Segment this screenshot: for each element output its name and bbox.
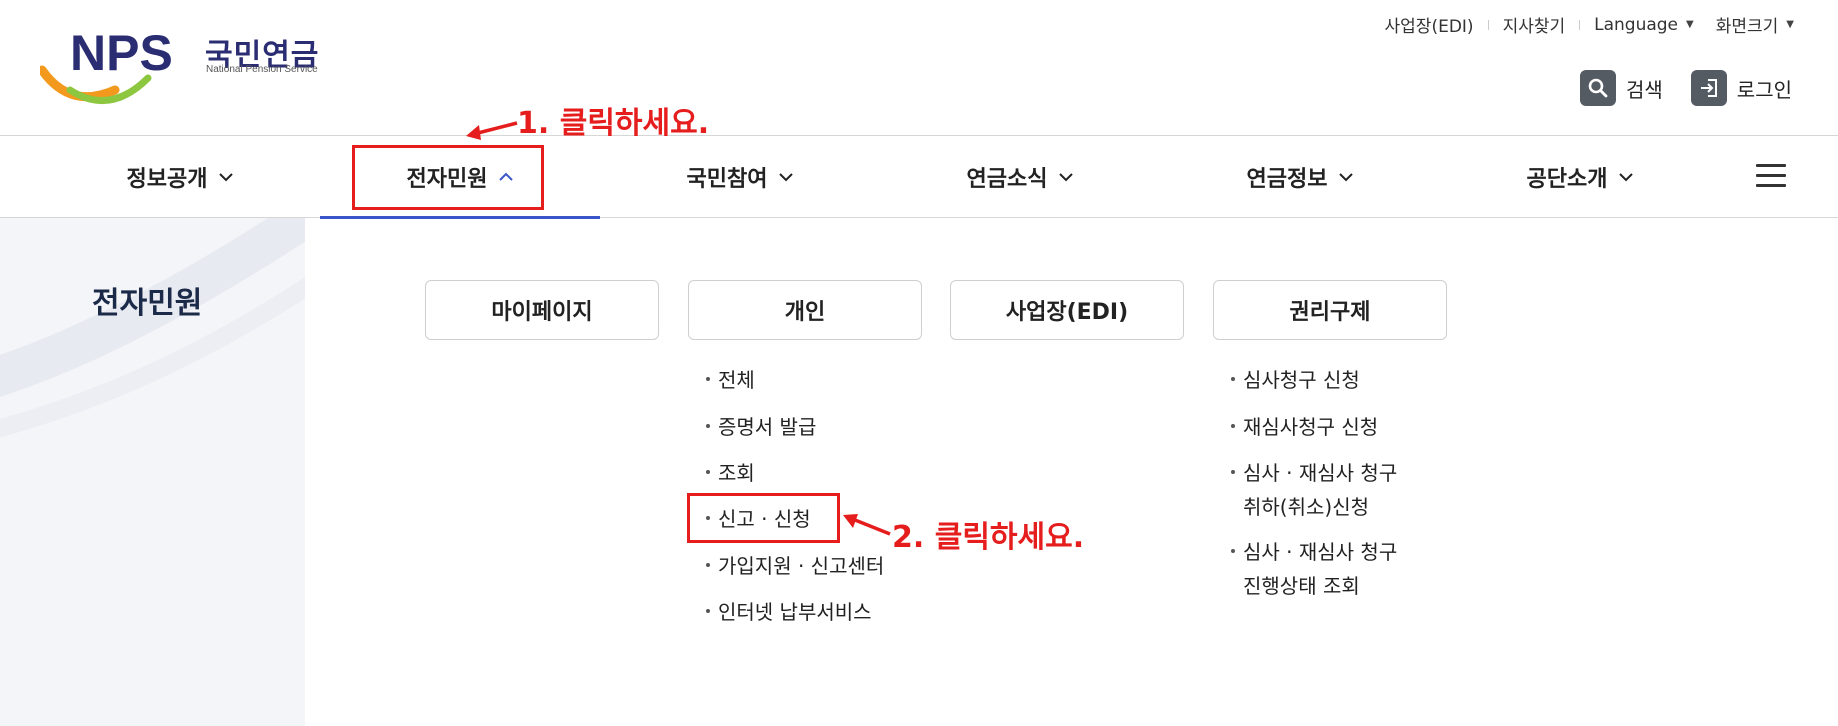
submenu-label: 심사 · 재심사 청구 (1243, 461, 1398, 485)
header-actions: 검색 로그인 (1579, 70, 1792, 106)
util-edi-label: 사업장(EDI) (1384, 17, 1474, 37)
annotation-arrow-icon-1 (466, 121, 518, 140)
category-mypage-button[interactable]: 마이페이지 (425, 280, 659, 340)
category-rights-relief-button[interactable]: 권리구제 (1213, 280, 1447, 340)
logo-abbr: NPS (70, 28, 173, 81)
chevron-down-icon (219, 172, 234, 181)
bullet-icon (1231, 423, 1235, 428)
util-branch-label: 지사찾기 (1502, 17, 1566, 37)
main-navigation: 정보공개 전자민원 국민참여 연금소식 연금정보 공단소개 (0, 135, 1838, 219)
chevron-down-icon (1619, 172, 1634, 181)
submenu-label: 재심사청구 신청 (1243, 415, 1379, 439)
login-icon (1690, 70, 1727, 106)
category-label: 권리구제 (1289, 300, 1371, 325)
util-screen-size-label: 화면크기 (1715, 17, 1779, 37)
category-label: 개인 (784, 300, 826, 325)
bullet-icon (706, 423, 710, 428)
site-header: NPS 국민연금 National Pension Service 사업장(ED… (0, 0, 1838, 135)
submenu-label: 심사청구 신청 (1243, 368, 1360, 392)
annotation-step-2: 2. 클릭하세요. (892, 520, 1085, 555)
submenu-item-re-review-request[interactable]: 재심사청구 신청 (1231, 410, 1378, 444)
chevron-down-icon (779, 172, 794, 181)
category-label: 사업장(EDI) (1005, 300, 1129, 325)
submenu-item-review-withdrawal[interactable]: 심사 · 재심사 청구취하(취소)신청 (1231, 456, 1397, 524)
category-workplace-edi-button[interactable]: 사업장(EDI) (950, 280, 1184, 340)
bullet-icon (706, 376, 710, 381)
submenu-label-line2: 취하(취소)신청 (1243, 495, 1370, 519)
submenu-label: 가입지원 · 신고센터 (718, 554, 885, 578)
gnb-item-pension-news[interactable]: 연금소식 (880, 136, 1160, 217)
submenu-item-internet-payment[interactable]: 인터넷 납부서비스 (706, 595, 872, 629)
util-divider (1487, 19, 1489, 30)
submenu-item-enrollment-support[interactable]: 가입지원 · 신고센터 (706, 549, 884, 583)
bullet-icon (1231, 376, 1235, 381)
category-label: 마이페이지 (491, 300, 593, 325)
bullet-icon (706, 608, 710, 613)
annotation-step-1: 1. 클릭하세요. (517, 106, 710, 141)
chevron-down-icon (1339, 172, 1354, 181)
caret-down-icon: ▼ (1686, 19, 1694, 30)
decorative-swoosh (0, 218, 305, 438)
util-language-dropdown[interactable]: Language ▼ (1594, 15, 1694, 35)
login-label: 로그인 (1736, 77, 1792, 102)
bullet-icon (1231, 469, 1235, 474)
util-language-label: Language (1594, 14, 1679, 35)
search-icon (1579, 70, 1616, 106)
annotation-arrow-icon-2 (843, 514, 891, 536)
submenu-label: 조회 (718, 461, 755, 485)
submenu-label-line2: 진행상태 조회 (1243, 574, 1360, 598)
bullet-icon (706, 469, 710, 474)
annotation-highlight-box-1 (352, 145, 544, 210)
chevron-down-icon (1059, 172, 1074, 181)
nps-logo[interactable]: NPS 국민연금 National Pension Service (40, 28, 330, 106)
submenu-item-review-status[interactable]: 심사 · 재심사 청구진행상태 조회 (1231, 535, 1397, 603)
submenu-label: 인터넷 납부서비스 (718, 600, 872, 624)
hamburger-menu-icon[interactable] (1756, 164, 1786, 188)
side-panel: 전자민원 (0, 218, 305, 726)
category-individual-button[interactable]: 개인 (688, 280, 922, 340)
gnb-item-public-participation[interactable]: 국민참여 (600, 136, 880, 217)
submenu-item-all[interactable]: 전체 (706, 363, 755, 397)
submenu-item-inquiry[interactable]: 조회 (706, 456, 755, 490)
gnb-item-pension-info[interactable]: 연금정보 (1160, 136, 1440, 217)
submenu-label: 전체 (718, 368, 755, 392)
utility-links: 사업장(EDI) 지사찾기 Language ▼ 화면크기 ▼ (1385, 12, 1794, 38)
submenu-label: 심사 · 재심사 청구 (1243, 540, 1398, 564)
logo-name-en: National Pension Service (206, 64, 318, 75)
gnb-item-about-nps[interactable]: 공단소개 (1440, 136, 1720, 217)
annotation-highlight-box-2 (687, 493, 840, 543)
search-label: 검색 (1625, 77, 1663, 102)
submenu-item-certificate[interactable]: 증명서 발급 (706, 410, 816, 444)
gnb-label: 정보공개 (126, 166, 208, 192)
util-screen-size-dropdown[interactable]: 화면크기 ▼ (1716, 12, 1794, 37)
submenu-label: 증명서 발급 (718, 415, 817, 439)
gnb-label: 공단소개 (1526, 166, 1608, 192)
submenu-item-review-request[interactable]: 심사청구 신청 (1231, 363, 1360, 397)
nps-logo-mark: NPS (40, 28, 173, 105)
bullet-icon (706, 562, 710, 567)
util-branch-link[interactable]: 지사찾기 (1503, 12, 1566, 37)
bullet-icon (1231, 548, 1235, 553)
gnb-label: 국민참여 (686, 166, 768, 192)
side-panel-title: 전자민원 (92, 286, 203, 321)
search-button[interactable]: 검색 (1579, 70, 1663, 106)
gnb-label: 연금소식 (966, 166, 1048, 192)
util-edi-link[interactable]: 사업장(EDI) (1385, 12, 1474, 37)
gnb-label: 연금정보 (1246, 166, 1328, 192)
login-button[interactable]: 로그인 (1690, 70, 1792, 106)
util-divider (1579, 19, 1581, 30)
gnb-item-info-disclosure[interactable]: 정보공개 (40, 136, 320, 217)
caret-down-icon: ▼ (1786, 19, 1794, 30)
